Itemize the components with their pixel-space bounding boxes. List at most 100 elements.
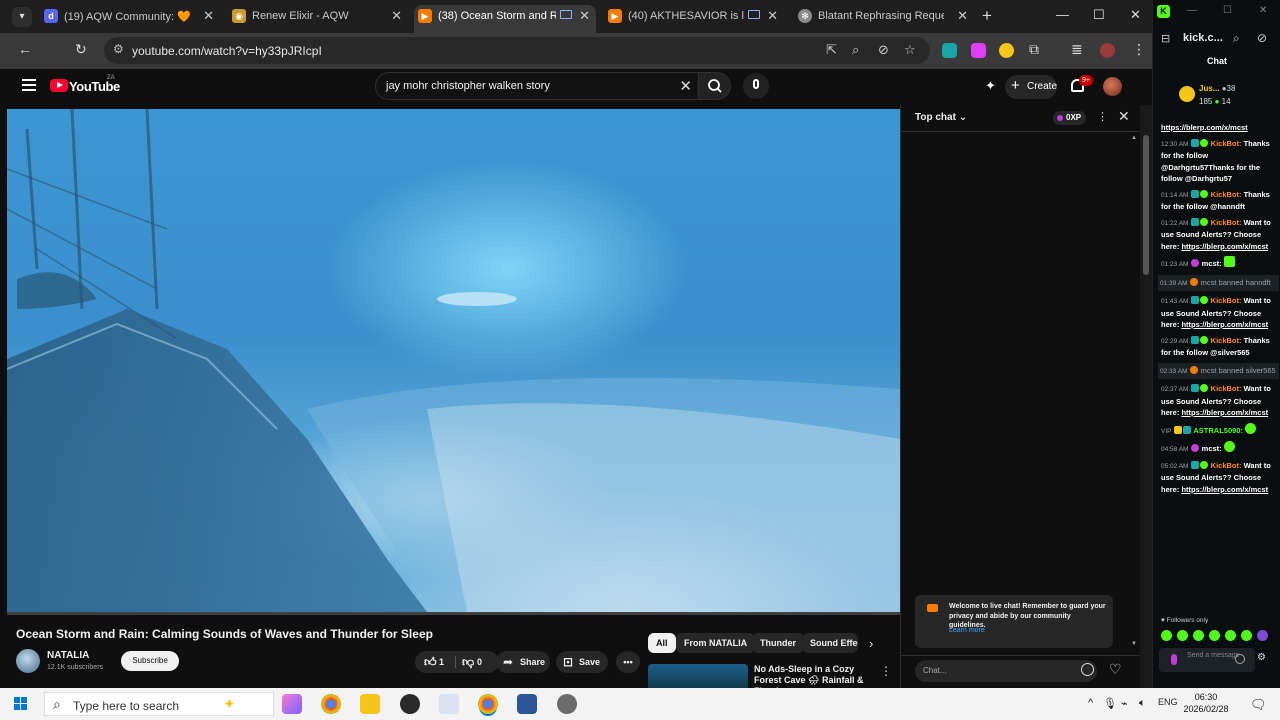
mic-tray-icon[interactable]: 🎙︎ xyxy=(1103,697,1117,710)
message-user[interactable]: KickBot: xyxy=(1211,218,1242,227)
media-casting-icon[interactable] xyxy=(748,10,760,19)
close-window-icon[interactable]: ✕ xyxy=(1259,5,1267,16)
message-user[interactable]: mcst: xyxy=(1202,259,1222,268)
close-tab-icon[interactable]: ✕ xyxy=(767,8,778,24)
scrollbar-thumb[interactable] xyxy=(1143,135,1149,275)
learn-more-link[interactable]: Learn more xyxy=(949,627,985,634)
volume-icon[interactable]: 🔈︎ xyxy=(1139,697,1146,710)
copilot-app-icon[interactable] xyxy=(282,694,302,714)
profile-avatar-icon[interactable] xyxy=(1100,43,1115,58)
message-user[interactable]: mcst: xyxy=(1202,444,1222,453)
account-avatar[interactable] xyxy=(1103,77,1122,96)
hamburger-menu-icon[interactable] xyxy=(22,79,36,91)
media-controls-icon[interactable]: ≣ xyxy=(1071,41,1083,58)
snipping-tool-icon[interactable] xyxy=(439,694,459,714)
top-chat-dropdown[interactable]: Top chat ⌄ xyxy=(915,112,967,123)
kick-leaderboard[interactable]: Jus... ●38 185 ● 14 xyxy=(1199,82,1235,108)
recommended-video-title[interactable]: No Ads-Sleep in a Cozy Forest Cave 🌧 Rai… xyxy=(754,664,878,688)
close-tab-icon[interactable]: ✕ xyxy=(391,8,402,24)
chip-all[interactable]: All xyxy=(648,633,676,653)
casting-icon[interactable]: ✦ xyxy=(985,78,996,94)
close-window-icon[interactable]: ✕ xyxy=(1130,7,1141,23)
chrome-app-icon[interactable] xyxy=(478,694,498,714)
message-user[interactable]: KickBot: xyxy=(1211,384,1242,393)
side-panel-toggle-icon[interactable]: ⊟ xyxy=(1161,32,1170,45)
message-link[interactable]: https://blerp.com/x/mcst xyxy=(1181,320,1268,329)
more-vertical-icon[interactable]: ⋮ xyxy=(880,664,892,678)
close-tab-icon[interactable]: ✕ xyxy=(203,8,214,24)
tab-akthesavior[interactable]: ▶ (40) AKTHESAVIOR is live! ✕ xyxy=(604,5,784,29)
close-tab-icon[interactable]: ✕ xyxy=(957,8,968,24)
windows-start-icon[interactable] xyxy=(14,697,28,711)
more-vertical-icon[interactable]: ⋮ xyxy=(1097,110,1108,123)
chip-thunder[interactable]: Thunder xyxy=(752,633,804,653)
recommended-video-thumbnail[interactable] xyxy=(648,664,748,688)
zoom-icon[interactable]: ⌕ xyxy=(852,42,859,58)
obs-app-icon[interactable] xyxy=(400,694,420,714)
heart-icon[interactable]: ♡ xyxy=(1109,661,1122,678)
tab-blatant-rephrasing[interactable]: ✻ Blatant Rephrasing Request ✕ xyxy=(794,5,974,29)
message-link[interactable]: https://blerp.com/x/mcst xyxy=(1161,123,1248,132)
tab-ocean-storm[interactable]: ▶ (38) Ocean Storm and Rain ✕ xyxy=(414,5,596,33)
message-user[interactable]: KickBot: xyxy=(1211,296,1242,305)
emote-icon[interactable] xyxy=(1193,630,1204,641)
install-app-icon[interactable]: ⇱ xyxy=(826,42,837,58)
message-user[interactable]: KickBot: xyxy=(1211,461,1242,470)
network-icon[interactable]: ⌁ xyxy=(1121,697,1128,710)
close-tab-icon[interactable]: ✕ xyxy=(579,8,590,24)
emote-icon[interactable] xyxy=(1241,630,1252,641)
tab-aqw-community[interactable]: d (19) AQW Community: 🧡 LOV ✕ xyxy=(40,5,220,29)
create-button[interactable]: + Create xyxy=(1005,75,1057,99)
emoji-icon[interactable] xyxy=(1081,663,1094,676)
search-button[interactable] xyxy=(699,72,731,100)
emote-icon[interactable] xyxy=(1161,630,1172,641)
voice-search-button[interactable] xyxy=(743,73,769,99)
emote-icon[interactable] xyxy=(1257,630,1268,641)
reload-icon[interactable]: ↻ xyxy=(75,41,87,58)
kick-message-input[interactable]: Send a message xyxy=(1159,648,1255,672)
maximize-icon[interactable]: ☐ xyxy=(1223,5,1232,16)
message-user[interactable]: KickBot: xyxy=(1211,139,1242,148)
extension-icon[interactable] xyxy=(999,43,1014,58)
emote-icon[interactable] xyxy=(1177,630,1188,641)
message-link[interactable]: https://blerp.com/x/mcst xyxy=(1181,485,1268,494)
minimize-icon[interactable]: — xyxy=(1056,7,1069,22)
settings-icon[interactable]: ⚙ xyxy=(1257,652,1266,663)
chip-sound-effects[interactable]: Sound Effects xyxy=(802,633,858,653)
extensions-puzzle-icon[interactable]: ⧉ xyxy=(1029,41,1039,58)
save-button[interactable]: ⊡ Save xyxy=(556,651,608,673)
thumbs-up-icon[interactable]: 👍︎ xyxy=(424,651,437,673)
chip-from-natalia[interactable]: From NATALIA xyxy=(676,633,756,653)
message-link[interactable]: https://blerp.com/x/mcst xyxy=(1181,408,1268,417)
xp-badge[interactable]: 0XP xyxy=(1053,111,1086,125)
file-explorer-icon[interactable] xyxy=(360,694,380,714)
address-bar[interactable]: ⚙ youtube.com/watch?v=hy33pJRIcpI ⇱ ⌕ ⊘ … xyxy=(104,37,930,64)
site-info-icon[interactable]: ⚙ xyxy=(113,42,124,56)
video-player[interactable] xyxy=(7,109,900,612)
subscribe-button[interactable]: Subscribe xyxy=(121,651,179,671)
chevron-right-icon[interactable]: › xyxy=(869,636,873,651)
back-icon[interactable]: ← xyxy=(18,41,32,57)
more-actions-button[interactable]: ••• xyxy=(616,651,640,673)
close-chat-icon[interactable]: ✕ xyxy=(1118,108,1130,125)
game-app-icon[interactable] xyxy=(557,694,577,714)
search-icon[interactable]: ⌕ xyxy=(1233,31,1240,46)
emote-icon[interactable] xyxy=(1225,630,1236,641)
new-tab-icon[interactable]: + xyxy=(982,6,992,26)
message-user[interactable]: KickBot: xyxy=(1211,336,1242,345)
message-user[interactable]: ASTRAL5090: xyxy=(1193,426,1243,435)
chrome-app-icon[interactable] xyxy=(321,694,341,714)
taskbar-search-box[interactable]: ⌕ Type here to search ✦ xyxy=(44,692,274,716)
youtube-logo-icon[interactable] xyxy=(50,79,68,92)
chat-input[interactable]: Chat... xyxy=(915,660,1097,682)
youtube-logo-text[interactable]: YouTube xyxy=(69,79,120,94)
tracking-eye-icon[interactable]: ⊘ xyxy=(878,42,889,58)
message-link[interactable]: https://blerp.com/x/mcst xyxy=(1181,242,1268,251)
media-casting-icon[interactable] xyxy=(560,10,572,19)
scroll-down-icon[interactable]: ▼ xyxy=(1131,641,1137,647)
tray-overflow-icon[interactable]: ^ xyxy=(1088,697,1093,709)
like-count[interactable]: 1 xyxy=(439,651,444,673)
browser-menu-icon[interactable]: ⋮ xyxy=(1132,41,1146,58)
page-scrollbar[interactable] xyxy=(1140,105,1152,688)
kick-url[interactable]: kick.c... xyxy=(1183,32,1223,44)
